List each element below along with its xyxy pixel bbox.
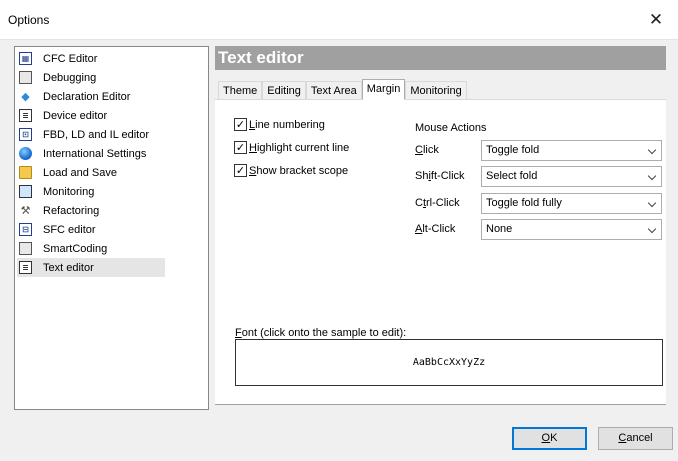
device-editor-icon bbox=[19, 109, 32, 122]
title-bar: Options ✕ bbox=[0, 0, 678, 40]
sidebar-item-cfc-editor[interactable]: ▦ CFC Editor bbox=[17, 49, 165, 68]
mouse-actions-heading: Mouse Actions bbox=[415, 122, 487, 134]
shift-click-action-value: Select fold bbox=[486, 170, 538, 182]
sidebar-item-text-editor[interactable]: Text editor bbox=[17, 258, 165, 277]
highlight-current-line-label: Highlight current line bbox=[249, 141, 350, 154]
sidebar-item-fbd-ld-il-editor[interactable]: ⊡ FBD, LD and IL editor bbox=[17, 125, 165, 144]
sidebar-item-sfc-editor[interactable]: ⊟ SFC editor bbox=[17, 220, 165, 239]
show-bracket-scope-label: Show bracket scope bbox=[249, 164, 349, 177]
sidebar-item-refactoring[interactable]: ⚒ Refactoring bbox=[17, 201, 165, 220]
options-category-list[interactable]: ▦ CFC Editor Debugging ◆ Declaration Edito… bbox=[14, 46, 209, 410]
cancel-button[interactable]: Cancel bbox=[598, 427, 673, 450]
show-bracket-scope-checkbox[interactable]: Show bracket scope bbox=[234, 164, 348, 177]
chevron-down-icon bbox=[647, 224, 657, 234]
sidebar-item-label: Load and Save bbox=[43, 166, 118, 179]
sidebar-item-label: Monitoring bbox=[43, 185, 95, 198]
ctrl-click-action-select[interactable]: Toggle fold fully bbox=[481, 193, 662, 214]
click-action-select[interactable]: Toggle fold bbox=[481, 140, 662, 161]
smartcoding-icon bbox=[19, 242, 32, 255]
sidebar-item-declaration-editor[interactable]: ◆ Declaration Editor bbox=[17, 87, 165, 106]
checkmark-icon bbox=[234, 141, 247, 154]
sidebar-item-label: SmartCoding bbox=[43, 242, 108, 255]
fbd-ld-il-editor-icon: ⊡ bbox=[19, 128, 32, 141]
close-icon[interactable]: ✕ bbox=[634, 0, 678, 40]
chevron-down-icon bbox=[647, 171, 657, 181]
click-action-value: Toggle fold bbox=[486, 144, 540, 156]
font-sample-box[interactable]: AaBbCcXxYyZz bbox=[235, 339, 663, 386]
sidebar-item-label: International Settings bbox=[43, 147, 147, 160]
sidebar-item-label: Refactoring bbox=[43, 204, 100, 217]
sidebar-item-label: Text editor bbox=[43, 261, 94, 274]
alt-click-label: Alt-Click bbox=[415, 223, 456, 235]
sidebar-item-label: FBD, LD and IL editor bbox=[43, 128, 149, 141]
shift-click-action-select[interactable]: Select fold bbox=[481, 166, 662, 187]
monitoring-icon bbox=[19, 185, 32, 198]
tab-theme[interactable]: Theme bbox=[218, 81, 263, 99]
alt-click-action-select[interactable]: None bbox=[481, 219, 662, 240]
tab-text-area[interactable]: Text Area bbox=[305, 81, 362, 99]
highlight-current-line-checkbox[interactable]: Highlight current line bbox=[234, 141, 349, 154]
window-left-edge bbox=[0, 40, 8, 461]
declaration-editor-icon: ◆ bbox=[21, 90, 30, 103]
window-title: Options bbox=[8, 13, 50, 27]
alt-click-action-value: None bbox=[486, 223, 513, 235]
sidebar-item-label: Debugging bbox=[43, 71, 97, 84]
panel-divider bbox=[215, 404, 666, 405]
sidebar-item-label: SFC editor bbox=[43, 223, 96, 236]
ctrl-click-action-value: Toggle fold fully bbox=[486, 197, 562, 209]
sidebar-item-label: Device editor bbox=[43, 109, 108, 122]
ctrl-click-label: Ctrl-Click bbox=[415, 197, 460, 209]
tab-monitoring[interactable]: Monitoring bbox=[405, 81, 467, 99]
sidebar-item-monitoring[interactable]: Monitoring bbox=[17, 182, 165, 201]
tab-strip: Theme Editing Text Area Margin Monitorin… bbox=[218, 79, 467, 100]
line-numbering-label: Line numbering bbox=[249, 118, 325, 131]
sfc-editor-icon: ⊟ bbox=[19, 223, 32, 236]
sidebar-item-device-editor[interactable]: Device editor bbox=[17, 106, 165, 125]
line-numbering-checkbox[interactable]: Line numbering bbox=[234, 118, 325, 131]
panel-title: Text editor bbox=[215, 46, 666, 70]
sidebar-item-label: CFC Editor bbox=[43, 52, 98, 65]
tab-editing[interactable]: Editing bbox=[262, 81, 306, 99]
click-label: Click bbox=[415, 144, 439, 156]
globe-icon bbox=[19, 147, 32, 160]
sidebar-item-label: Declaration Editor bbox=[43, 90, 131, 103]
tab-margin[interactable]: Margin bbox=[361, 79, 406, 100]
debugging-icon bbox=[19, 71, 32, 84]
refactoring-icon: ⚒ bbox=[20, 204, 31, 217]
chevron-down-icon bbox=[647, 145, 657, 155]
chevron-down-icon bbox=[647, 198, 657, 208]
sidebar-item-debugging[interactable]: Debugging bbox=[17, 68, 165, 87]
checkmark-icon bbox=[234, 118, 247, 131]
sidebar-item-international-settings[interactable]: International Settings bbox=[17, 144, 165, 163]
shift-click-label: Shift-Click bbox=[415, 170, 465, 182]
text-editor-icon bbox=[19, 261, 32, 274]
ok-button[interactable]: OK bbox=[512, 427, 587, 450]
sidebar-item-smartcoding[interactable]: SmartCoding bbox=[17, 239, 165, 258]
font-sample-text: AaBbCcXxYyZz bbox=[412, 357, 486, 368]
folder-icon bbox=[19, 166, 32, 179]
cfc-editor-icon: ▦ bbox=[19, 52, 32, 65]
checkmark-icon bbox=[234, 164, 247, 177]
sidebar-item-load-and-save[interactable]: Load and Save bbox=[17, 163, 165, 182]
font-label: Font (click onto the sample to edit): bbox=[235, 327, 407, 339]
